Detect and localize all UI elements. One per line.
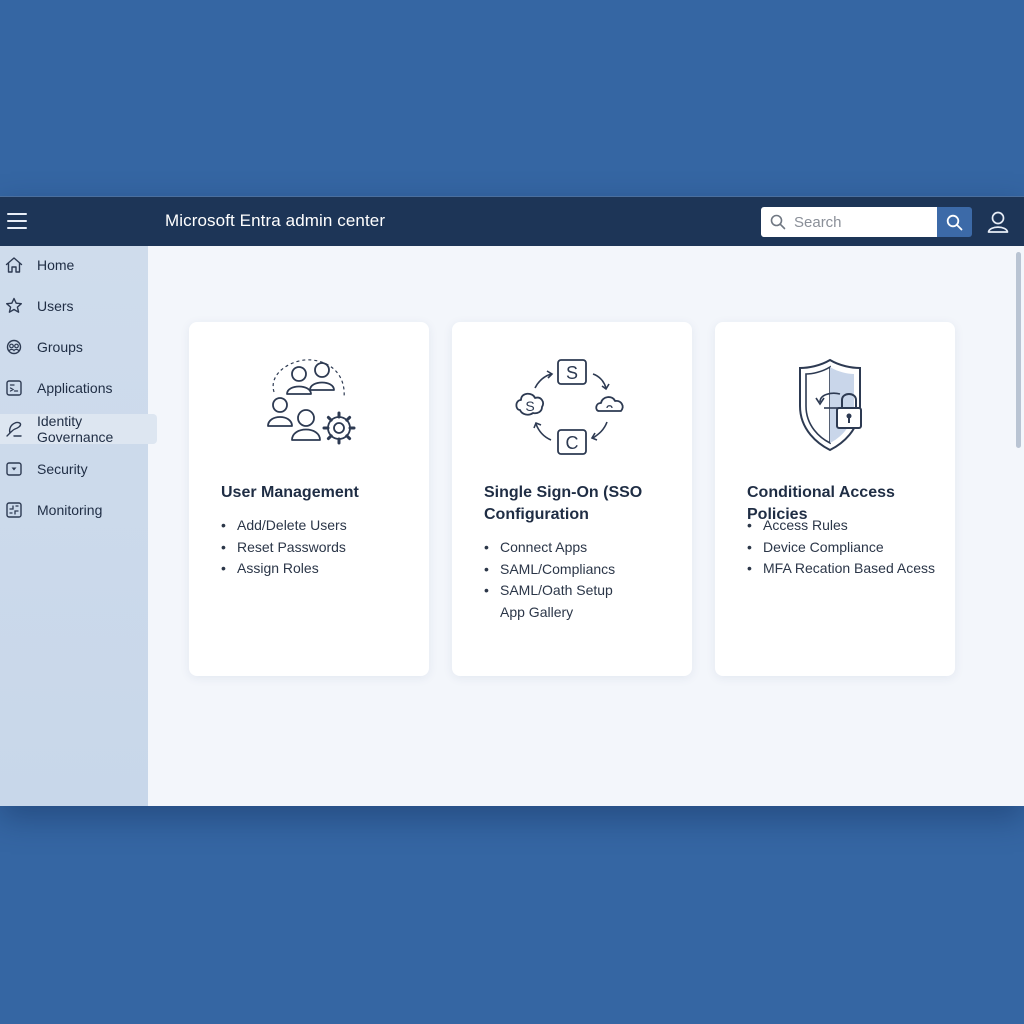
list-item[interactable]: Assign Roles xyxy=(221,558,347,580)
sidebar-item-users[interactable]: Users xyxy=(0,291,74,321)
sidebar-item-identity-governance[interactable]: Identity Governance xyxy=(0,413,157,445)
shield-lock-icon xyxy=(715,352,955,462)
conditional-access-card[interactable]: Conditional Access Policies Access Rules… xyxy=(715,322,955,676)
security-icon xyxy=(4,459,24,479)
card-title-line: Single Sign-On (SSO xyxy=(484,484,643,501)
sidebar-item-label: Users xyxy=(37,298,74,314)
list-item[interactable]: Device Compliance xyxy=(747,537,935,559)
list-item[interactable]: Access Rules xyxy=(747,515,935,537)
hamburger-menu-icon[interactable] xyxy=(7,213,27,229)
sidebar: Home Users Groups Applications Identity … xyxy=(0,246,157,806)
search-icon xyxy=(946,214,963,230)
list-item[interactable]: App Gallery xyxy=(484,602,615,624)
sso-cycle-icon: S C S xyxy=(452,352,692,462)
sidebar-item-label: Groups xyxy=(37,339,83,355)
user-icon xyxy=(987,211,1009,233)
vertical-scrollbar[interactable] xyxy=(1016,252,1021,448)
card-feature-list: Access Rules Device Compliance MFA Recat… xyxy=(747,515,935,580)
users-icon xyxy=(4,296,24,316)
user-management-card[interactable]: User Management Add/Delete Users Reset P… xyxy=(189,322,429,676)
list-item[interactable]: MFA Recation Based Acess xyxy=(747,558,935,580)
card-feature-list: Connect Apps SAML/Compliancs SAML/Oath S… xyxy=(484,537,615,623)
sidebar-item-label: Home xyxy=(37,257,75,273)
sidebar-item-security[interactable]: Security xyxy=(0,454,88,484)
list-item[interactable]: SAML/Oath Setup xyxy=(484,580,615,602)
list-item[interactable]: SAML/Compliancs xyxy=(484,559,615,581)
sidebar-item-home[interactable]: Home xyxy=(0,250,74,280)
admin-window: Microsoft Entra admin center Search Home… xyxy=(0,196,1024,806)
list-item[interactable]: Connect Apps xyxy=(484,537,615,559)
sidebar-item-monitoring[interactable]: Monitoring xyxy=(0,495,102,525)
sso-configuration-card[interactable]: S C S Single Sign-On (SSO Configuration xyxy=(452,322,692,676)
applications-icon xyxy=(4,378,24,398)
user-management-icon xyxy=(189,352,429,462)
identity-governance-icon xyxy=(4,419,24,439)
sidebar-item-groups[interactable]: Groups xyxy=(0,332,83,362)
top-bar: Microsoft Entra admin center xyxy=(0,196,1024,246)
app-title: Microsoft Entra admin center xyxy=(165,211,386,230)
sidebar-item-applications[interactable]: Applications xyxy=(0,373,113,403)
svg-text:S: S xyxy=(525,398,534,414)
card-title: Single Sign-On (SSO Configuration xyxy=(484,482,680,526)
list-item[interactable]: Add/Delete Users xyxy=(221,515,347,537)
svg-text:S: S xyxy=(566,363,578,383)
card-feature-list: Add/Delete Users Reset Passwords Assign … xyxy=(221,515,347,580)
search-button[interactable] xyxy=(937,207,972,237)
search-input[interactable] xyxy=(792,212,926,232)
sidebar-item-label: Security xyxy=(37,461,88,477)
sidebar-item-label: Applications xyxy=(37,380,113,396)
search-box[interactable] xyxy=(761,207,938,237)
monitoring-icon xyxy=(4,500,24,520)
card-title-line: Configuration xyxy=(484,506,589,523)
card-title: User Management xyxy=(221,484,359,501)
groups-icon xyxy=(4,337,24,357)
sidebar-item-label: Identity Governance xyxy=(37,413,114,445)
home-icon xyxy=(4,255,24,275)
list-item[interactable]: Reset Passwords xyxy=(221,537,347,559)
svg-text:C: C xyxy=(566,433,579,453)
user-account-button[interactable] xyxy=(985,209,1011,235)
search-icon xyxy=(770,214,786,230)
sidebar-item-label: Monitoring xyxy=(37,502,103,518)
